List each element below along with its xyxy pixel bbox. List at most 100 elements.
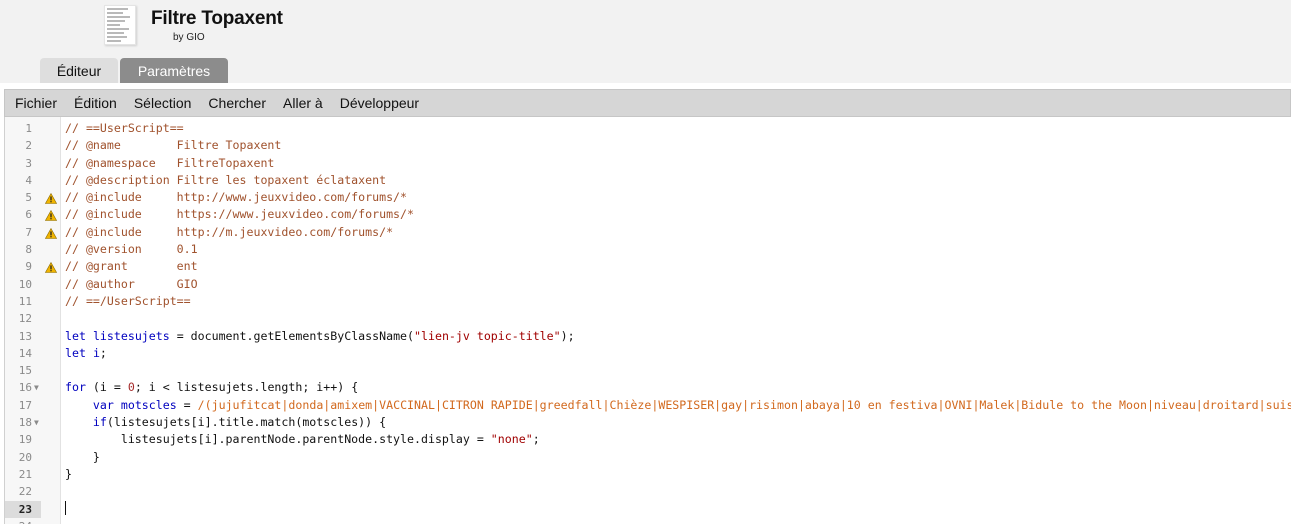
- code-line[interactable]: 15: [5, 362, 1291, 379]
- code-token: 0: [127, 380, 135, 395]
- code-token: let: [65, 345, 86, 360]
- code-text: // @include http://www.jeuxvideo.com/for…: [65, 189, 407, 206]
- menu-search[interactable]: Chercher: [208, 95, 266, 111]
- code-line[interactable]: 11 // ==/UserScript==: [5, 293, 1291, 310]
- tab-settings[interactable]: Paramètres: [120, 58, 228, 83]
- code-line[interactable]: 7 // @include http://m.jeuxvideo.com/foru…: [5, 224, 1291, 241]
- fold-arrow-icon[interactable]: ▼: [34, 379, 39, 396]
- line-number: 17: [18, 398, 32, 412]
- line-number: 9: [25, 260, 32, 274]
- warning-icon[interactable]: [44, 227, 58, 239]
- code-line[interactable]: 16 ▼ for (i = 0; i < listesujets.length; i…: [5, 379, 1291, 396]
- code-line[interactable]: 4 // @description Filtre les topaxent écl…: [5, 172, 1291, 189]
- code-token: // @name Filtre Topaxent: [65, 138, 282, 153]
- warning-icon[interactable]: [44, 192, 58, 204]
- code-text: listesujets[i].parentNode.parentNode.sty…: [65, 431, 540, 448]
- code-text: // @include https://www.jeuxvideo.com/fo…: [65, 206, 414, 223]
- code-line[interactable]: 20 }: [5, 449, 1291, 466]
- code-token: }: [65, 466, 72, 481]
- code-token: ;: [99, 345, 107, 360]
- line-number: 24: [5, 518, 41, 524]
- script-author: by GIO: [173, 32, 205, 43]
- line-number: 23: [5, 500, 41, 518]
- code-text: // @description Filtre les topaxent écla…: [65, 172, 386, 189]
- code-text: // @version 0.1: [65, 241, 198, 258]
- code-token: }: [65, 449, 100, 464]
- code-line[interactable]: 3 // @namespace FiltreTopaxent: [5, 155, 1291, 172]
- code-line[interactable]: 9 // @grant ent: [5, 258, 1291, 275]
- line-number: 19: [18, 433, 32, 447]
- line-number: 22: [18, 485, 32, 499]
- code-text: let listesujets = document.getElementsBy…: [65, 328, 575, 345]
- warning-icon[interactable]: [44, 209, 58, 222]
- code-token: // @include https://www.jeuxvideo.com/fo…: [65, 207, 415, 222]
- code-token: let: [65, 328, 86, 343]
- code-token: // @namespace FiltreTopaxent: [65, 155, 275, 170]
- fold-arrow-icon[interactable]: ▼: [34, 414, 39, 431]
- line-number: 2: [25, 139, 32, 153]
- line-number: 21: [18, 467, 32, 481]
- code-token: // @description Filtre les topaxent écla…: [65, 172, 387, 187]
- code-text: for (i = 0; i < listesujets.length; i++)…: [65, 379, 358, 396]
- code-line[interactable]: 23: [5, 500, 1291, 518]
- line-number: 20: [18, 450, 32, 464]
- code-token: ; i < listesujets.length; i++) {: [134, 380, 359, 395]
- code-line[interactable]: 18 ▼ if(listesujets[i].title.match(motscl…: [5, 414, 1291, 431]
- line-number: 8: [25, 243, 32, 257]
- code-token: // @grant ent: [65, 259, 198, 274]
- code-text: // @grant ent: [65, 258, 198, 275]
- menu-file[interactable]: Fichier: [15, 95, 57, 111]
- line-number: 12: [18, 312, 32, 326]
- script-thumbnail-icon: [104, 5, 136, 45]
- line-number: 5: [25, 191, 32, 205]
- menu-developer[interactable]: Développeur: [340, 95, 419, 111]
- code-line[interactable]: 6 // @include https://www.jeuxvideo.com/f…: [5, 206, 1291, 223]
- code-token: = document.getElementsByClassName(: [169, 328, 415, 343]
- code-line[interactable]: 5 // @include http://www.jeuxvideo.com/fo…: [5, 189, 1291, 206]
- code-line[interactable]: 8 // @version 0.1: [5, 241, 1291, 258]
- tab-editor[interactable]: Éditeur: [40, 58, 118, 83]
- code-token: listesujets: [92, 328, 170, 343]
- code-editor[interactable]: 1 // ==UserScript== 2 // @name Filtre Topax…: [4, 117, 1291, 524]
- menu-selection[interactable]: Sélection: [134, 95, 192, 111]
- text-cursor: [65, 500, 66, 515]
- code-line[interactable]: 14 let i;: [5, 345, 1291, 362]
- warning-icon[interactable]: [44, 261, 58, 274]
- code-token: "none": [490, 432, 533, 447]
- code-lines: 1 // ==UserScript== 2 // @name Filtre Topax…: [5, 120, 1291, 524]
- code-line[interactable]: 10 // @author GIO: [5, 276, 1291, 293]
- code-token: );: [560, 328, 575, 343]
- code-token: // @author GIO: [65, 276, 198, 291]
- code-text: // @namespace FiltreTopaxent: [65, 155, 274, 172]
- code-text: if(listesujets[i].title.match(motscles))…: [65, 414, 386, 431]
- code-line[interactable]: 12: [5, 310, 1291, 327]
- code-token: (listesujets[i].title.match(motscles)) {: [106, 415, 387, 430]
- code-token: for: [65, 380, 86, 395]
- code-text: // @author GIO: [65, 276, 198, 293]
- line-number: 11: [18, 294, 32, 308]
- menu-goto[interactable]: Aller à: [283, 95, 323, 111]
- code-line[interactable]: 1 // ==UserScript==: [5, 120, 1291, 137]
- code-token: // @version 0.1: [65, 242, 198, 257]
- line-number: 1: [25, 122, 32, 135]
- code-line[interactable]: 21}: [5, 466, 1291, 483]
- line-number: 10: [18, 277, 32, 291]
- code-token: "lien-jv topic-title": [414, 328, 561, 343]
- line-number: 14: [18, 346, 32, 360]
- code-line[interactable]: 22: [5, 483, 1291, 500]
- code-text: let i;: [65, 345, 107, 362]
- line-number: 4: [25, 173, 32, 187]
- code-line[interactable]: 24: [5, 518, 1291, 524]
- code-line[interactable]: 19 listesujets[i].parentNode.parentNode.…: [5, 431, 1291, 448]
- code-line[interactable]: 13 let listesujets = document.getElements…: [5, 328, 1291, 345]
- code-token: (i =: [85, 380, 128, 395]
- line-number: 13: [18, 329, 32, 343]
- editor-menubar: Fichier Édition Sélection Chercher Aller…: [4, 89, 1291, 117]
- code-text: // @name Filtre Topaxent: [65, 137, 281, 154]
- menu-edit[interactable]: Édition: [74, 95, 117, 111]
- code-line[interactable]: 17 var motscles = /(jujufitcat|donda|ami…: [5, 397, 1291, 414]
- code-line[interactable]: 2 // @name Filtre Topaxent: [5, 137, 1291, 154]
